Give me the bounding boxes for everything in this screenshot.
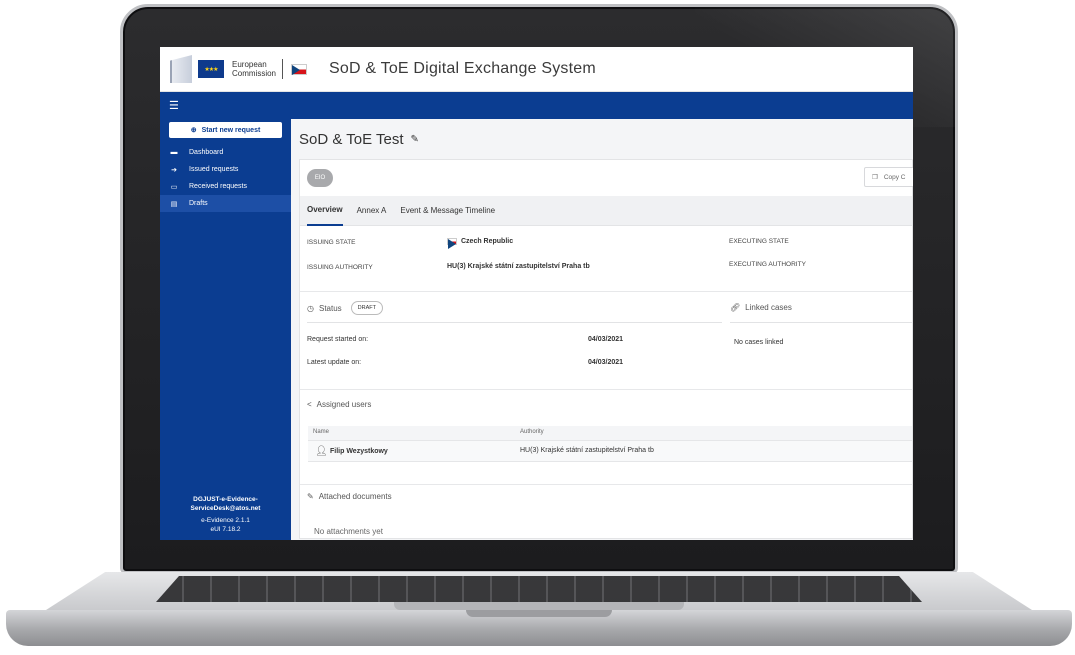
request-started-value: 04/03/2021 xyxy=(588,336,624,343)
issuing-state-value: Czech Republic xyxy=(447,238,514,249)
ec-wordmark: European Commission xyxy=(232,60,276,78)
inbox-icon: ▭ xyxy=(170,183,178,191)
executing-authority-label: EXECUTING AUTHORITY xyxy=(729,261,806,268)
app-header: ★★★ European Commission SoD & ToE Digita… xyxy=(160,47,913,92)
czech-flag-icon xyxy=(447,238,457,249)
ec-line1: European xyxy=(232,60,267,69)
tab-annex-a[interactable]: Annex A xyxy=(357,196,387,226)
start-new-request-button[interactable]: ⊕ Start new request xyxy=(169,122,282,138)
page-title-row: SoD & ToE Test ✎ xyxy=(299,119,913,159)
sidebar-item-label: Dashboard xyxy=(189,149,224,156)
ec-line2: Commission xyxy=(232,69,277,78)
linked-cases-heading: 🔗︎ Linked cases xyxy=(730,303,792,312)
user-name: Filip Wezystkowy xyxy=(330,448,388,455)
app-title: SoD & ToE Digital Exchange System xyxy=(329,60,596,77)
app-bar: ☰ xyxy=(160,92,913,119)
dashboard-icon: ▬ xyxy=(170,149,178,156)
eui-version: eUI 7.18.2 xyxy=(210,526,241,533)
attachments-empty: No attachments yet xyxy=(314,527,383,536)
tab-bar: Overview Annex A Event & Message Timelin… xyxy=(300,196,912,226)
document-icon: ▤ xyxy=(170,200,178,208)
executing-state-label: EXECUTING STATE xyxy=(729,238,789,245)
pencil-icon[interactable]: ✎ xyxy=(411,134,419,145)
laptop-keyboard xyxy=(156,576,922,602)
request-type-badge: EIO xyxy=(307,169,333,187)
start-new-request-label: Start new request xyxy=(201,126,261,134)
column-name: Name xyxy=(313,429,330,435)
share-icon: < xyxy=(307,400,312,409)
column-authority: Authority xyxy=(520,429,544,435)
link-icon: 🔗︎ xyxy=(730,303,741,312)
screen: ★★★ European Commission SoD & ToE Digita… xyxy=(160,47,913,540)
status-section: ◷ Status DRAFT Request started on: 04/03… xyxy=(300,292,913,390)
sidebar-item-drafts[interactable]: ▤ Drafts xyxy=(160,195,291,212)
header-separator xyxy=(282,59,284,79)
email-line1: DGJUST-e-Evidence- xyxy=(193,496,258,503)
laptop-trackpad xyxy=(394,602,684,610)
sidebar-footer: DGJUST-e-Evidence- ServiceDesk@atos.net … xyxy=(160,495,291,534)
latest-update-value: 04/03/2021 xyxy=(588,359,624,366)
users-table-header: Name Authority xyxy=(308,426,912,440)
copy-button[interactable]: ❐ Copy C xyxy=(864,167,913,187)
request-started-label: Request started on: xyxy=(307,336,369,343)
card-toolbar: EIO ❐ Copy C xyxy=(300,160,913,196)
plus-circle-icon: ⊕ xyxy=(190,127,197,134)
sidebar-item-label: Drafts xyxy=(189,200,208,207)
layout: ⊕ Start new request ▬ Dashboard ➔ Issued… xyxy=(160,119,913,540)
issuing-authority-value: HU(3) Krajské státní zastupitelství Prah… xyxy=(447,263,590,270)
request-card: EIO ❐ Copy C Overview Annex A Event & Me… xyxy=(299,159,913,539)
sidebar-item-label: Received requests xyxy=(189,183,247,190)
sidebar: ⊕ Start new request ▬ Dashboard ➔ Issued… xyxy=(160,119,291,540)
latest-update-label: Latest update on: xyxy=(307,359,362,366)
hamburger-icon[interactable]: ☰ xyxy=(169,99,179,112)
tab-event-message-timeline[interactable]: Event & Message Timeline xyxy=(400,196,495,226)
eu-flag-icon: ★★★ xyxy=(198,60,224,78)
status-divider xyxy=(307,322,722,323)
sidebar-item-label: Issued requests xyxy=(189,166,239,173)
linked-cases-empty: No cases linked xyxy=(734,339,784,346)
ec-building-icon xyxy=(170,55,192,83)
status-heading-text: Status xyxy=(318,303,342,313)
laptop-notch xyxy=(466,610,612,617)
laptop-base xyxy=(6,572,1072,650)
status-heading: ◷ Status DRAFT xyxy=(307,301,384,315)
issuing-state-text: Czech Republic xyxy=(461,238,514,245)
assigned-users-section: < Assigned users Name Authority 👤︎ Filip… xyxy=(300,390,912,485)
issuing-authority-label: ISSUING AUTHORITY xyxy=(307,264,373,271)
clock-icon: ◷ xyxy=(307,303,314,313)
service-desk-email[interactable]: DGJUST-e-Evidence- ServiceDesk@atos.net xyxy=(160,495,291,513)
linked-cases-heading-text: Linked cases xyxy=(745,303,792,312)
sidebar-item-issued-requests[interactable]: ➔ Issued requests xyxy=(160,161,291,178)
assigned-users-heading-text: Assigned users xyxy=(316,400,372,409)
person-icon: 👤︎ xyxy=(315,446,328,457)
copy-icon: ❐ xyxy=(872,174,878,181)
users-table: Name Authority 👤︎ Filip Wezystkowy HU(3)… xyxy=(308,426,912,462)
copy-button-label: Copy C xyxy=(883,173,906,181)
attached-documents-heading-text: Attached documents xyxy=(318,492,392,501)
tab-overview[interactable]: Overview xyxy=(307,196,343,226)
sidebar-item-received-requests[interactable]: ▭ Received requests xyxy=(160,178,291,195)
user-authority: HU(3) Krajské státní zastupitelství Prah… xyxy=(520,447,654,454)
overview-section: ISSUING STATE Czech Republic ISSUING AUT… xyxy=(300,226,912,292)
arrow-right-icon: ➔ xyxy=(171,166,177,174)
table-row[interactable]: 👤︎ Filip Wezystkowy HU(3) Krajské státní… xyxy=(308,440,912,462)
app-version: e-Evidence 2.1.1 xyxy=(201,517,250,524)
paperclip-icon: ✎ xyxy=(307,492,314,501)
attached-documents-section: ✎ Attached documents No attachments yet xyxy=(300,485,912,540)
linked-divider xyxy=(730,322,913,323)
main-content: SoD & ToE Test ✎ EIO ❐ Copy C Overview A… xyxy=(291,119,913,540)
attached-documents-heading: ✎ Attached documents xyxy=(307,492,392,501)
czech-flag-icon xyxy=(291,63,308,75)
status-badge: DRAFT xyxy=(350,301,384,315)
assigned-users-heading: < Assigned users xyxy=(307,400,371,409)
sidebar-item-dashboard[interactable]: ▬ Dashboard xyxy=(160,144,291,161)
issuing-state-label: ISSUING STATE xyxy=(307,239,356,246)
page-title: SoD & ToE Test xyxy=(299,130,404,148)
email-line2: ServiceDesk@atos.net xyxy=(190,505,261,512)
ec-logo[interactable]: ★★★ European Commission xyxy=(170,55,276,83)
